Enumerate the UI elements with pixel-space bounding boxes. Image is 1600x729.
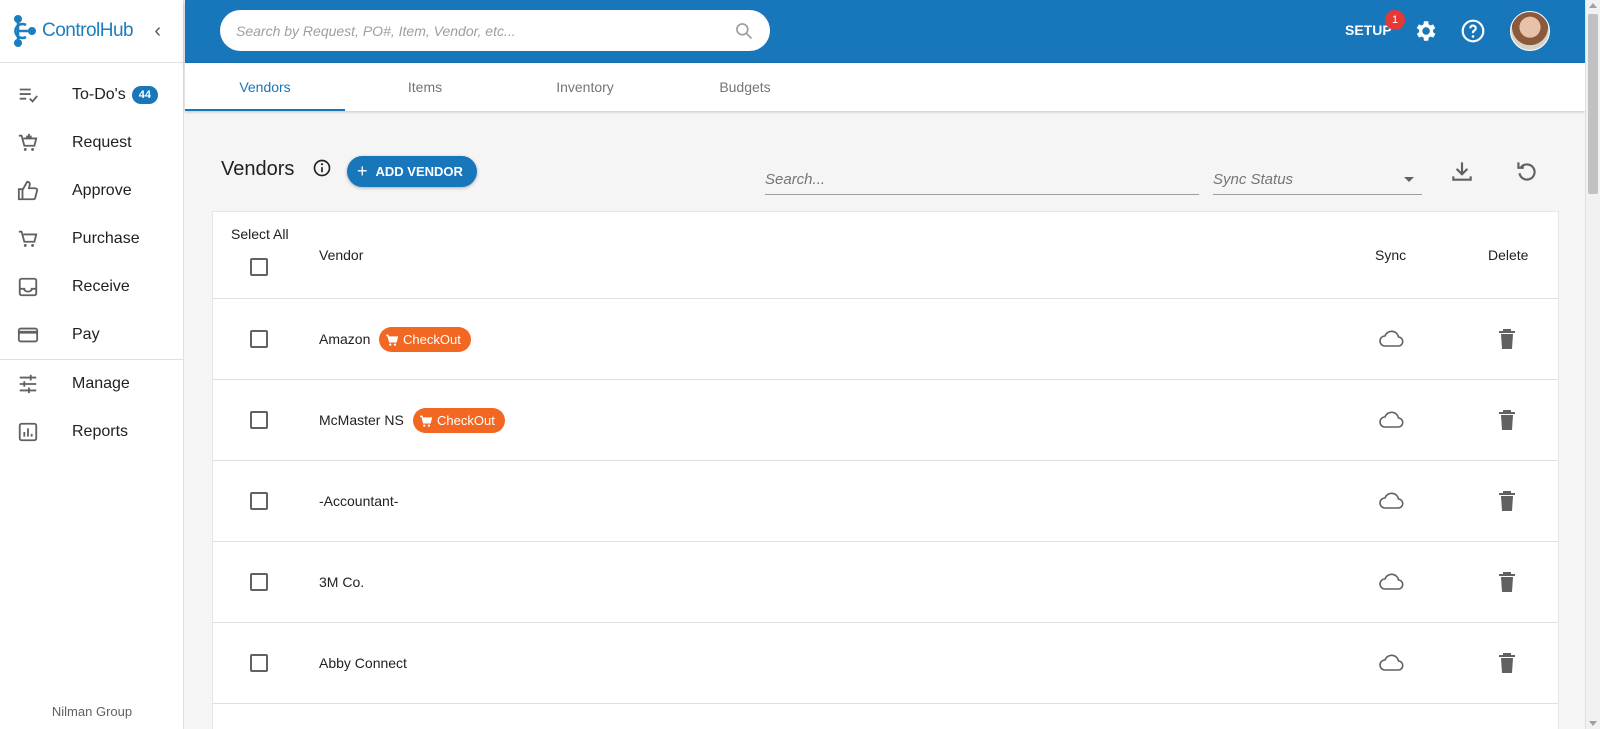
tab-inventory[interactable]: Inventory xyxy=(505,63,665,111)
logo[interactable]: ControlHub ‹ xyxy=(0,0,183,63)
sidebar-item-label: Reports xyxy=(72,423,129,440)
sidebar: ControlHub ‹ To-Do's 44 Request Approve xyxy=(0,0,184,729)
plus-icon: + xyxy=(357,161,368,181)
row-checkbox[interactable] xyxy=(250,330,268,348)
select-all-label: Select All xyxy=(231,226,289,242)
bar-chart-icon xyxy=(16,420,40,444)
vendor-search-input[interactable] xyxy=(765,165,1199,195)
sidebar-item-request[interactable]: Request xyxy=(0,119,183,167)
vendors-table: Select All Vendor Sync Delete Amazon Che… xyxy=(212,211,1559,729)
sidebar-item-label: Manage xyxy=(72,375,130,392)
inbox-icon xyxy=(16,275,40,299)
trash-icon[interactable] xyxy=(1496,327,1518,351)
sidebar-item-reports[interactable]: Reports xyxy=(0,408,183,456)
table-row[interactable]: Amazon CheckOut xyxy=(213,299,1558,380)
todo-list-icon xyxy=(16,83,40,107)
tab-bar: Vendors Items Inventory Budgets xyxy=(185,63,1585,111)
controlhub-logo-icon xyxy=(14,15,36,47)
row-checkbox[interactable] xyxy=(250,492,268,510)
trash-icon[interactable] xyxy=(1496,570,1518,594)
cloud-sync-icon[interactable] xyxy=(1378,328,1404,350)
trash-icon[interactable] xyxy=(1496,489,1518,513)
cloud-sync-icon[interactable] xyxy=(1378,571,1404,593)
thumbs-up-icon xyxy=(16,179,40,203)
scroll-up-arrow-icon[interactable] xyxy=(1589,3,1597,8)
sidebar-item-purchase[interactable]: Purchase xyxy=(0,215,183,263)
cart-icon xyxy=(420,415,433,427)
sync-status-select[interactable]: Sync Status xyxy=(1213,165,1422,195)
cloud-sync-icon[interactable] xyxy=(1378,409,1404,431)
global-search-input[interactable] xyxy=(236,22,734,39)
app-name: ControlHub xyxy=(42,20,134,41)
scrollbar-thumb[interactable] xyxy=(1588,14,1598,194)
checkout-label: CheckOut xyxy=(403,332,461,347)
tab-budgets[interactable]: Budgets xyxy=(665,63,825,111)
collapse-sidebar-icon[interactable]: ‹ xyxy=(154,20,161,43)
add-vendor-button[interactable]: + ADD VENDOR xyxy=(347,156,477,187)
sidebar-item-label: To-Do's xyxy=(72,86,126,103)
vendor-name[interactable]: Abby Connect xyxy=(319,655,407,671)
sidebar-item-label: Purchase xyxy=(72,230,140,247)
sliders-icon xyxy=(16,372,40,396)
sidebar-item-pay[interactable]: Pay xyxy=(0,311,183,359)
sidebar-item-receive[interactable]: Receive xyxy=(0,263,183,311)
column-header-delete: Delete xyxy=(1488,247,1529,263)
cart-icon xyxy=(16,227,40,251)
search-icon[interactable] xyxy=(734,21,754,41)
user-avatar[interactable] xyxy=(1510,11,1550,51)
table-row[interactable]: Abby Connect xyxy=(213,623,1558,704)
select-all-checkbox[interactable] xyxy=(250,258,268,276)
checkout-badge[interactable]: CheckOut xyxy=(379,327,471,352)
row-checkbox[interactable] xyxy=(250,573,268,591)
cloud-sync-icon[interactable] xyxy=(1378,652,1404,674)
setup-button[interactable]: SETUP xyxy=(1345,22,1392,38)
trash-icon[interactable] xyxy=(1496,408,1518,432)
info-icon[interactable] xyxy=(312,158,332,178)
sidebar-item-label: Approve xyxy=(72,182,132,199)
sidebar-item-approve[interactable]: Approve xyxy=(0,167,183,215)
global-search-box xyxy=(220,10,770,51)
checkout-label: CheckOut xyxy=(437,413,495,428)
row-checkbox[interactable] xyxy=(250,411,268,429)
column-header-vendor[interactable]: Vendor xyxy=(319,247,363,263)
tab-vendors[interactable]: Vendors xyxy=(185,63,345,111)
cart-icon xyxy=(386,334,399,346)
cart-add-icon xyxy=(16,131,40,155)
tab-items[interactable]: Items xyxy=(345,63,505,111)
gear-icon[interactable] xyxy=(1412,18,1438,44)
table-row[interactable]: McMaster NS CheckOut xyxy=(213,380,1558,461)
vendor-name[interactable]: Amazon xyxy=(319,331,370,347)
page-scrollbar[interactable] xyxy=(1585,0,1600,729)
vendor-name[interactable]: -Accountant- xyxy=(319,493,398,509)
column-header-sync: Sync xyxy=(1375,247,1407,263)
sidebar-item-todos[interactable]: To-Do's 44 xyxy=(0,71,183,119)
sidebar-item-label: Receive xyxy=(72,278,130,295)
add-vendor-label: ADD VENDOR xyxy=(375,164,463,179)
vendor-name[interactable]: McMaster NS xyxy=(319,412,404,428)
dropdown-arrow-icon xyxy=(1404,177,1414,182)
sidebar-item-manage[interactable]: Manage xyxy=(0,360,183,408)
download-icon[interactable] xyxy=(1449,158,1475,184)
setup-notification-badge: 1 xyxy=(1385,10,1405,30)
page-title: Vendors xyxy=(221,158,295,180)
sidebar-item-label: Pay xyxy=(72,326,100,343)
table-row[interactable]: 3M Co. xyxy=(213,542,1558,623)
credit-card-icon xyxy=(16,323,40,347)
table-header: Select All Vendor Sync Delete xyxy=(213,212,1558,299)
row-checkbox[interactable] xyxy=(250,654,268,672)
checkout-badge[interactable]: CheckOut xyxy=(413,408,505,433)
organization-name: Nilman Group xyxy=(51,704,133,719)
help-icon[interactable] xyxy=(1460,18,1486,44)
vendor-name[interactable]: 3M Co. xyxy=(319,574,364,590)
trash-icon[interactable] xyxy=(1496,651,1518,675)
table-row[interactable]: -Accountant- xyxy=(213,461,1558,542)
todo-count-badge: 44 xyxy=(131,86,158,104)
scroll-down-arrow-icon[interactable] xyxy=(1589,721,1597,726)
refresh-icon[interactable] xyxy=(1513,158,1539,184)
sidebar-item-label: Request xyxy=(72,134,132,151)
cloud-sync-icon[interactable] xyxy=(1378,490,1404,512)
sync-status-placeholder: Sync Status xyxy=(1213,171,1294,188)
top-header: SETUP 1 xyxy=(185,0,1585,63)
